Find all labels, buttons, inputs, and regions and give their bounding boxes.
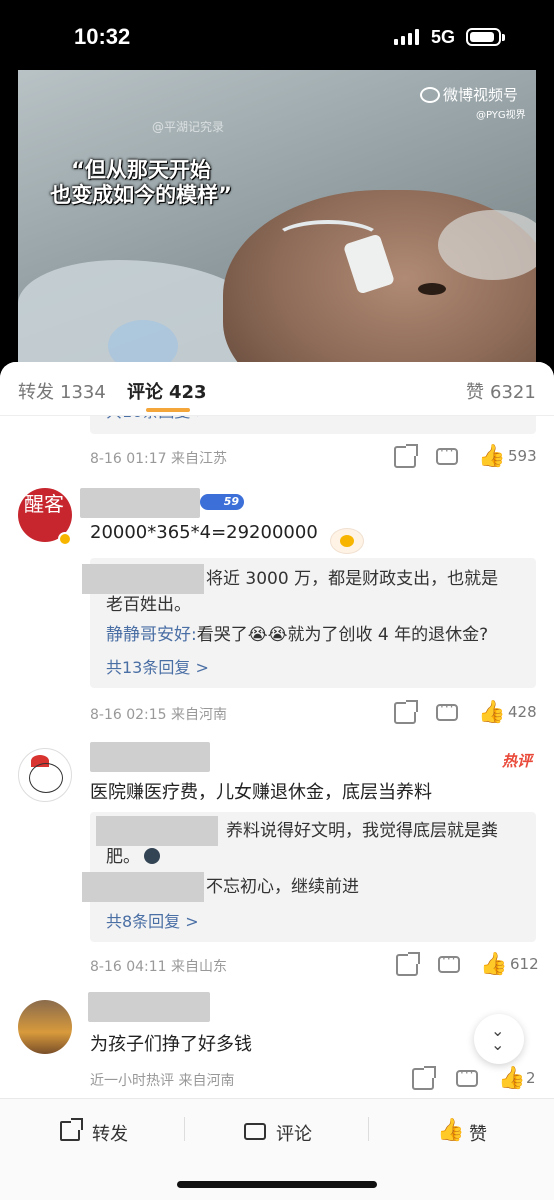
like-count: 2 (526, 1069, 536, 1087)
share-icon (60, 1118, 83, 1141)
tab-active-indicator (146, 408, 190, 412)
weibo-eye-icon (420, 87, 440, 103)
like-count: 612 (510, 955, 539, 973)
like-label: 赞 (469, 1124, 487, 1145)
signal-icon (394, 29, 424, 45)
video-eye (418, 283, 446, 295)
like-count: 593 (508, 447, 537, 465)
share-icon[interactable] (412, 1066, 436, 1090)
reply-more-link[interactable]: 共8条回复 > (106, 908, 199, 932)
like-count: 428 (508, 703, 537, 721)
comment-actions: 👍 428 (390, 700, 540, 726)
reply-more-link[interactable]: 共13条回复 > (106, 654, 209, 678)
comment-icon[interactable] (456, 1066, 478, 1087)
username-redacted[interactable] (90, 742, 210, 772)
reply-user-redacted[interactable] (96, 816, 218, 846)
comment-icon[interactable] (436, 444, 458, 465)
home-indicator[interactable] (177, 1181, 377, 1188)
comment-icon[interactable] (438, 952, 460, 973)
network-type: 5G (431, 27, 456, 47)
thumbs-up-icon[interactable]: 👍 (478, 446, 505, 468)
video-watermark-left: @平湖记究录 (152, 120, 225, 134)
egg-sticker-icon (330, 528, 364, 554)
comment-meta: 8-16 01:17 来自江苏 (90, 451, 228, 467)
avatar[interactable] (18, 1000, 72, 1054)
reply-text-cont: 肥。 (106, 844, 160, 870)
tab-comments[interactable]: 评论 423 (127, 378, 207, 404)
comment-sheet: 转发1334 评论423 赞6321 共16条回复 > 8-16 01:17 来… (0, 362, 554, 1200)
comment-actions: 👍 593 (390, 444, 540, 470)
video-player[interactable]: @平湖记究录 微博视频号 @PYG视界 “但从那天开始 也变成如今的模样” (18, 70, 536, 362)
member-badge: 59 (200, 494, 244, 510)
comment-text: 为孩子们挣了好多钱 (90, 1034, 252, 1055)
thumbs-up-icon[interactable]: 👍 (498, 1068, 525, 1090)
thumbs-up-icon[interactable]: 👍 (480, 954, 507, 976)
share-icon[interactable] (394, 444, 418, 468)
username-redacted[interactable] (80, 488, 200, 518)
repost-label: 转发 (92, 1124, 128, 1145)
share-icon[interactable] (394, 700, 418, 724)
reply-text: 将近 3000 万，都是财政支出，也就是 (206, 569, 499, 589)
reply-text: 养料说得好文明，我觉得底层就是粪 (226, 821, 498, 841)
avatar[interactable] (18, 748, 72, 802)
share-icon[interactable] (396, 952, 420, 976)
thumbs-up-icon: 👍 (437, 1118, 465, 1143)
reply-user-redacted[interactable] (82, 872, 204, 902)
caption-line-2: 也变成如今的模样” (50, 183, 232, 207)
divider (368, 1117, 369, 1141)
bottom-action-bar: 转发 评论 👍 赞 (0, 1098, 554, 1200)
sticker-icon (144, 848, 160, 864)
chevron-down-icon: ⌄ ⌄ (491, 1021, 505, 1054)
reply-box[interactable]: 将近 3000 万，都是财政支出，也就是 老百姓出。 静静哥安好:看哭了😭😭就为… (82, 558, 536, 688)
comment-icon[interactable] (436, 700, 458, 721)
divider (184, 1117, 185, 1141)
verified-icon (58, 532, 72, 546)
video-watermark-brand: 微博视频号 (420, 84, 518, 105)
reply-user-redacted[interactable] (82, 564, 204, 594)
thumbs-up-icon[interactable]: 👍 (478, 702, 505, 724)
collapse-button[interactable]: ⌄ ⌄ (474, 1014, 524, 1064)
tab-repost[interactable]: 转发 1334 (18, 378, 106, 404)
comment-label: 评论 (276, 1124, 312, 1145)
comment-icon (244, 1123, 266, 1140)
comment-meta: 8-16 02:15 来自河南 (90, 707, 228, 723)
hot-comment-badge: 热评 (502, 752, 533, 770)
comment-text: 医院赚医疗费，儿女赚退休金，底层当养料 (90, 782, 432, 803)
comment-actions: 👍 612 (390, 952, 540, 978)
comment-text: 20000*365*4=29200000 (90, 522, 318, 543)
reply-line: 静静哥安好:看哭了😭😭就为了创收 4 年的退休金? (106, 625, 489, 645)
tab-bar: 转发 1334 评论 423 赞 6321 (0, 362, 554, 416)
video-caption: “但从那天开始 也变成如今的模样” (36, 158, 246, 208)
video-watermark-sub: @PYG视界 (476, 110, 526, 121)
comment-actions: 👍 2 (412, 1066, 554, 1092)
reply-user[interactable]: 静静哥安好: (106, 625, 197, 645)
tab-likes[interactable]: 赞 6321 (466, 378, 536, 404)
username-redacted[interactable] (88, 992, 210, 1022)
status-bar: 10:32 5G (0, 0, 554, 70)
reply-text-cont: 老百姓出。 (106, 595, 191, 615)
comment-meta: 8-16 04:11 来自山东 (90, 959, 228, 975)
comment-meta: 近一小时热评 来自河南 (90, 1073, 235, 1089)
status-time: 10:32 (74, 24, 131, 49)
battery-icon (466, 28, 505, 46)
reply-text: 不忘初心，继续前进 (206, 877, 359, 897)
caption-line-1: “但从那天开始 (71, 158, 211, 182)
avatar-text: 醒客 (24, 492, 64, 516)
reply-box[interactable]: 养料说得好文明，我觉得底层就是粪 肥。 不忘初心，继续前进 共8条回复 > (82, 812, 536, 942)
